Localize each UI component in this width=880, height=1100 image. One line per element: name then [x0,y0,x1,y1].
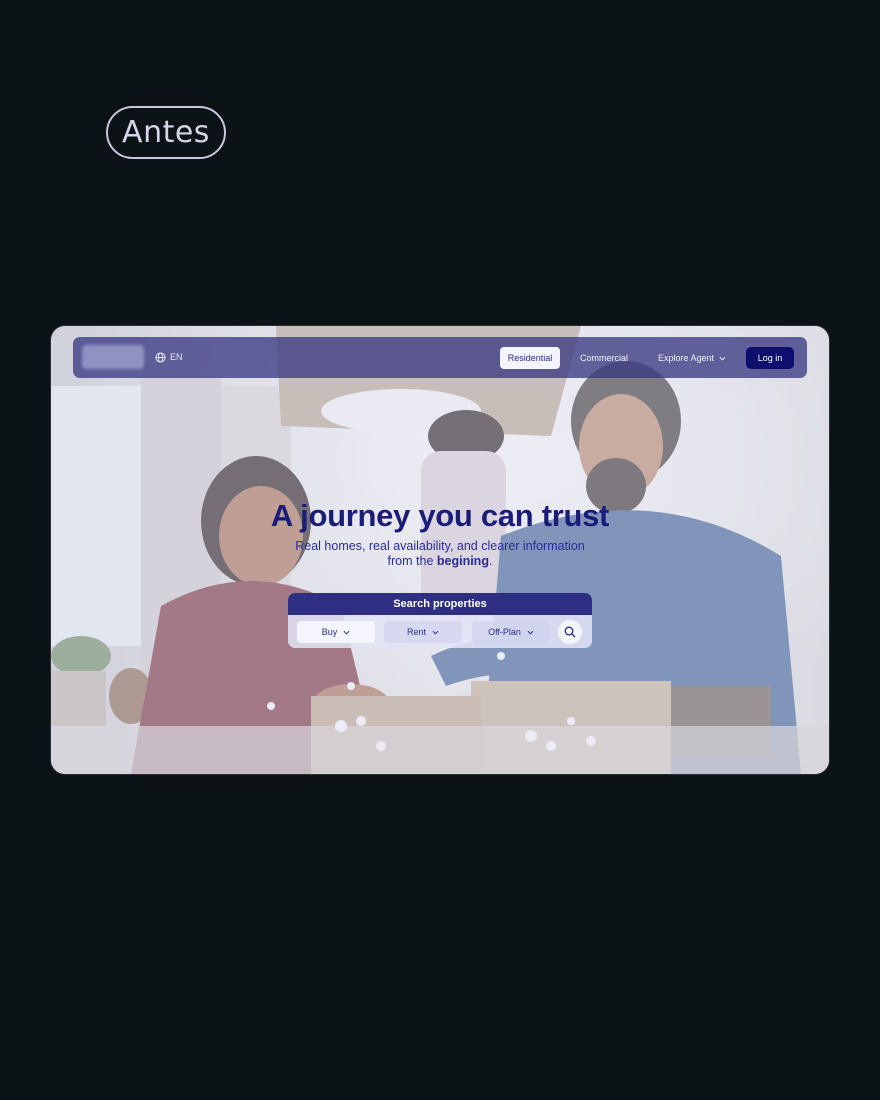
login-button[interactable]: Log in [746,347,794,369]
hero-title: A journey you can trust [270,498,610,533]
brand-logo[interactable] [82,345,144,369]
search-option-buy[interactable]: Buy [297,621,375,643]
search-option-rent[interactable]: Rent [384,621,462,643]
nav-commercial-label: Commercial [579,353,628,363]
hero-subtitle: Real homes, real availability, and clear… [51,539,829,569]
search-properties-title: Search properties [288,593,592,615]
nav-explore-agent[interactable]: Explore Agent [650,347,734,369]
search-option-off-plan[interactable]: Off-Plan [472,621,550,643]
before-badge: Antes [106,106,226,159]
before-badge-label: Antes [122,115,210,150]
search-button[interactable] [558,620,582,644]
search-icon [564,626,576,638]
hero-subtitle-post: . [488,554,493,568]
globe-icon [155,351,166,363]
language-selector[interactable]: EN [155,350,183,364]
search-option-off-plan-label: Off-Plan [488,627,521,637]
nav-commercial[interactable]: Commercial [573,347,635,369]
chevron-down-icon [343,630,350,635]
nav-explore-agent-label: Explore Agent [657,353,715,363]
hero-subtitle-line1: Real homes, real availability, and clear… [295,539,585,553]
chevron-down-icon [432,630,439,635]
nav-residential-label: Residential [507,353,553,363]
login-button-label: Log in [757,353,783,363]
language-label: EN [170,352,183,362]
search-option-rent-label: Rent [406,627,426,637]
website-screenshot: EN Residential Commercial Explore Agent … [51,326,829,774]
top-navbar: EN Residential Commercial Explore Agent … [73,337,807,378]
search-properties-widget: Search properties Buy Rent Off-Plan [288,593,592,648]
chevron-down-icon [719,356,726,361]
nav-residential[interactable]: Residential [500,347,560,369]
chevron-down-icon [527,630,534,635]
hero-subtitle-line2: from the begining. [51,554,829,569]
hero-subtitle-bold: begining [436,554,489,568]
hero-subtitle-pre: from the [387,554,437,568]
search-option-buy-label: Buy [321,627,338,637]
